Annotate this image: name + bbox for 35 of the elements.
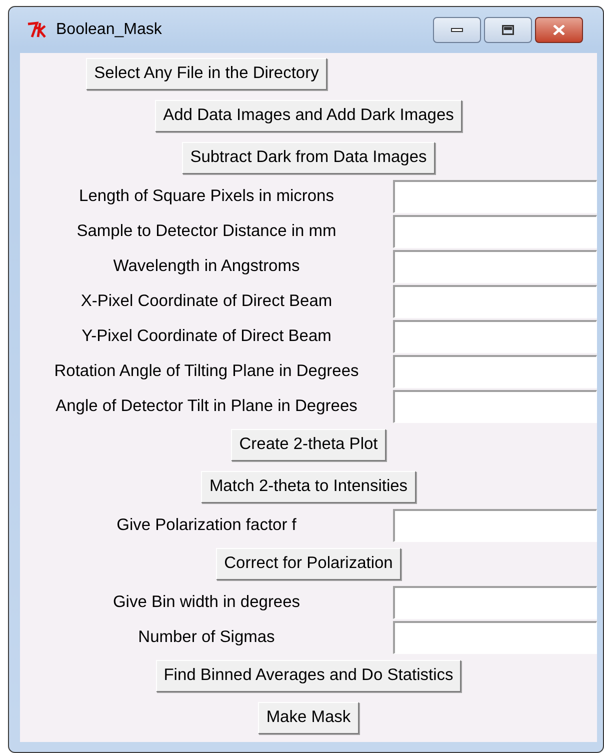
minimize-button[interactable] xyxy=(433,17,481,43)
action-button[interactable]: Select Any File in the Directory xyxy=(86,58,327,90)
maximize-button[interactable] xyxy=(484,17,532,43)
field-label: Wavelength in Angstroms xyxy=(112,256,301,278)
close-button[interactable] xyxy=(535,17,583,43)
input-field[interactable] xyxy=(393,320,597,353)
input-field[interactable] xyxy=(393,250,597,283)
action-button[interactable]: Add Data Images and Add Dark Images xyxy=(155,100,462,132)
input-field[interactable] xyxy=(393,509,597,542)
input-field[interactable] xyxy=(393,586,597,619)
close-icon xyxy=(553,25,565,35)
action-button[interactable]: Find Binned Averages and Do Statistics xyxy=(156,660,462,692)
action-button[interactable]: Create 2-theta Plot xyxy=(231,429,386,461)
field-label: Give Polarization factor f xyxy=(116,515,298,536)
maximize-icon xyxy=(502,25,514,35)
action-button[interactable]: Make Mask xyxy=(258,702,359,734)
action-button[interactable]: Correct for Polarization xyxy=(216,548,401,580)
field-label: Y-Pixel Coordinate of Direct Beam xyxy=(80,326,332,348)
input-field[interactable] xyxy=(393,355,597,388)
field-label: X-Pixel Coordinate of Direct Beam xyxy=(80,291,334,312)
field-label: Angle of Detector Tilt in Plane in Degrees xyxy=(54,396,358,418)
field-label: Sample to Detector Distance in mm xyxy=(76,221,338,242)
minimize-icon xyxy=(451,28,463,32)
window-title: Boolean_Mask xyxy=(56,20,162,40)
field-label: Number of Sigmas xyxy=(137,627,276,648)
action-button[interactable]: Match 2-theta to Intensities xyxy=(201,471,416,503)
input-field[interactable] xyxy=(393,390,597,423)
input-field[interactable] xyxy=(393,621,597,654)
field-label: Length of Square Pixels in microns xyxy=(78,186,335,208)
action-button[interactable]: Subtract Dark from Data Images xyxy=(182,142,435,174)
input-field[interactable] xyxy=(393,215,597,248)
input-field[interactable] xyxy=(393,285,597,318)
field-label: Give Bin width in degrees xyxy=(112,592,302,614)
input-field[interactable] xyxy=(393,180,597,213)
field-label: Rotation Angle of Tilting Plane in Degrees xyxy=(53,361,360,382)
